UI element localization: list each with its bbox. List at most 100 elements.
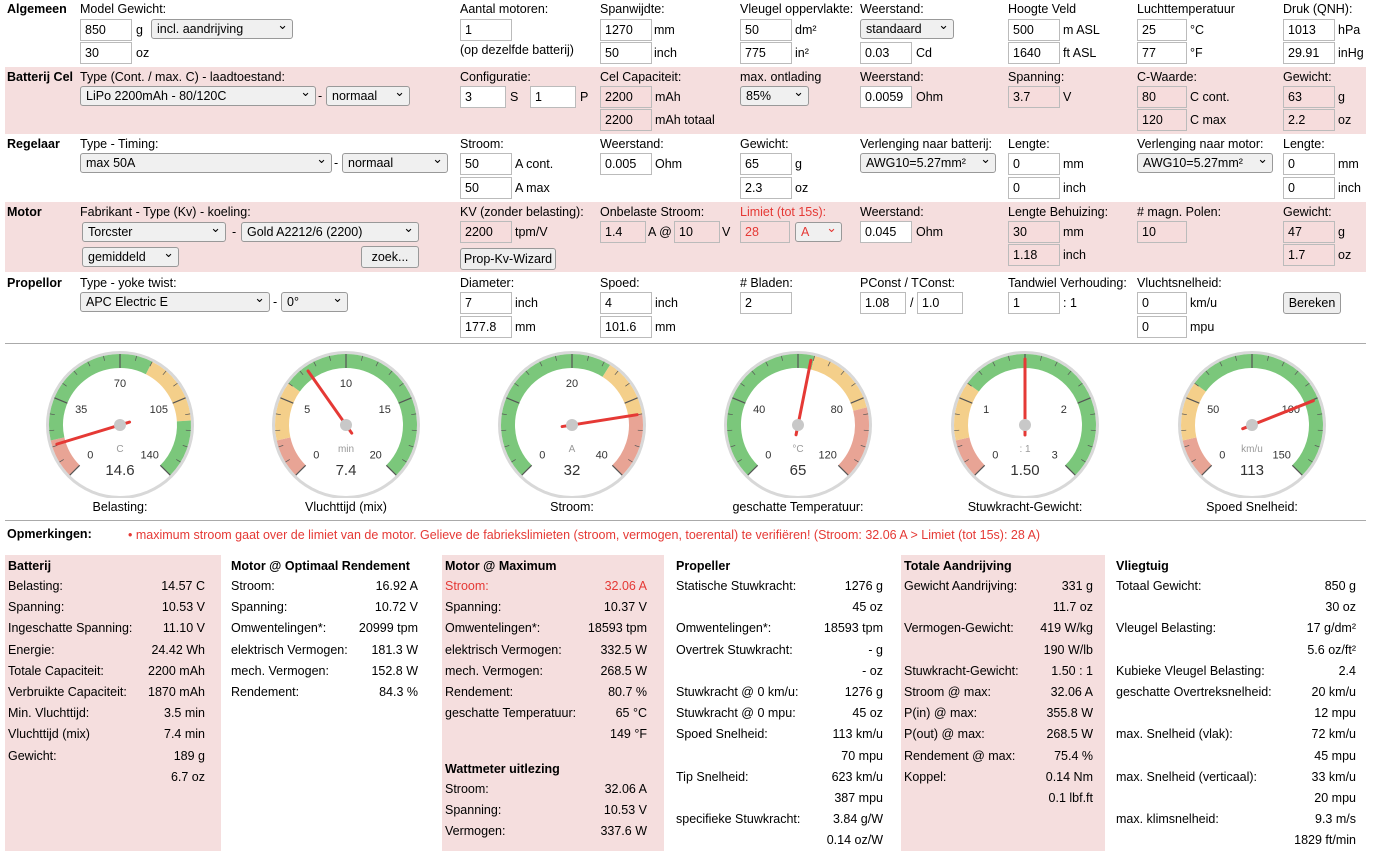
wing-area-in-input[interactable] [740, 42, 792, 64]
length2-inch-input[interactable] [1283, 177, 1335, 199]
gauge-tick-label: 10 [340, 378, 352, 390]
pressure-inhg-input[interactable] [1283, 42, 1335, 64]
row-value: 2.4 [1338, 663, 1356, 678]
pitch-mm-input[interactable] [600, 316, 652, 338]
esc-current-max-input[interactable] [460, 177, 512, 199]
row-value: 337.6 W [600, 824, 647, 839]
motor-type-select[interactable]: Gold A2212/6 (2200) [241, 222, 419, 242]
c-cont-input[interactable] [1137, 86, 1187, 108]
model-weight-select[interactable]: incl. aandrijving [151, 19, 293, 39]
unit-mph: mpu [1190, 320, 1215, 334]
battery-type-label: Type (Cont. / max. C) - laadtoestand: [80, 70, 285, 84]
diameter-inch-input[interactable] [460, 292, 512, 314]
motor-maker-select[interactable]: Torcster [82, 222, 226, 242]
remark-text: maximum stroom gaat over de limiet van d… [135, 528, 1041, 542]
prop-kv-wizard-button[interactable]: Prop-Kv-Wizard [460, 248, 556, 270]
pitch-inch-input[interactable] [600, 292, 652, 314]
row-value: 45 oz [852, 706, 883, 721]
battery-resistance-input[interactable] [860, 86, 912, 108]
blades-input[interactable] [740, 292, 792, 314]
yoke-twist-select[interactable]: 0° [281, 292, 348, 312]
diameter-mm-input[interactable] [460, 316, 512, 338]
poles-input[interactable] [1137, 221, 1187, 243]
esc-current-cont-input[interactable] [460, 153, 512, 175]
cell-weight-g-input[interactable] [1283, 86, 1335, 108]
unit-g: g [1338, 90, 1345, 104]
esc-weight-label: Gewicht: [740, 137, 789, 151]
altitude-m-input[interactable] [1008, 19, 1060, 41]
row-label: Stuwkracht-Gewicht: [904, 663, 1019, 678]
row-label: Rendement: [445, 685, 514, 699]
pconst-input[interactable] [860, 292, 906, 314]
prop-type-select[interactable]: APC Electric E [80, 292, 270, 312]
wing-area-dm-input[interactable] [740, 19, 792, 41]
noload-current-input[interactable] [600, 221, 646, 243]
row-value: 268.5 W [600, 663, 647, 678]
row-label: Omwentelingen*: [676, 621, 772, 636]
row-label: Stuwkracht @ 0 mpu: [676, 706, 796, 721]
max-discharge-select[interactable]: 85% [740, 86, 809, 106]
flight-speed-kmh-input[interactable] [1137, 292, 1187, 314]
drag-select[interactable]: standaard [860, 19, 954, 39]
length1-mm-input[interactable] [1008, 153, 1060, 175]
wingspan-inch-input[interactable] [600, 42, 652, 64]
kv-input[interactable] [460, 221, 512, 243]
motors-count-input[interactable] [460, 19, 512, 41]
cell-capacity-input[interactable] [600, 86, 652, 108]
c-rating-label: C-Waarde: [1137, 70, 1197, 84]
unit-s: S [510, 90, 519, 104]
calculate-button[interactable]: Bereken [1283, 292, 1341, 314]
limit-unit-select[interactable]: A [795, 222, 842, 242]
dash: - [232, 225, 237, 239]
battery-type-select[interactable]: LiPo 2200mAh - 80/120C [80, 86, 316, 106]
limit-label: Limiet (tot 15s): [740, 205, 827, 219]
search-button[interactable]: zoek... [361, 246, 419, 268]
length2-mm-input[interactable] [1283, 153, 1335, 175]
cell-voltage-input[interactable] [1008, 86, 1060, 108]
c-max-input[interactable] [1137, 109, 1187, 131]
row-label: Vleugel Belasting: [1116, 621, 1217, 636]
charge-state-select[interactable]: normaal [326, 86, 410, 106]
gauge-tick-label: 50 [1207, 404, 1219, 416]
gauge-tick-label: 40 [753, 404, 765, 416]
gear-ratio-input[interactable] [1008, 292, 1060, 314]
config-p-input[interactable] [530, 86, 576, 108]
cooling-select[interactable]: gemiddeld [82, 247, 179, 267]
ext-motor-select[interactable]: AWG10=5.27mm² [1137, 153, 1273, 173]
row-value: 0.14 Nm [1045, 769, 1093, 784]
case-length-mm-input[interactable] [1008, 221, 1060, 243]
noload-voltage-input[interactable] [674, 221, 720, 243]
total-capacity-input[interactable] [600, 109, 652, 131]
esc-weight-g-input[interactable] [740, 153, 792, 175]
table-title: Batterij [8, 559, 52, 573]
motor-weight-oz-input[interactable] [1283, 244, 1335, 266]
cell-weight-oz-input[interactable] [1283, 109, 1335, 131]
temp-f-input[interactable] [1137, 42, 1187, 64]
pressure-hpa-input[interactable] [1283, 19, 1335, 41]
limit-input[interactable] [740, 221, 790, 243]
tconst-input[interactable] [917, 292, 963, 314]
temp-c-input[interactable] [1137, 19, 1187, 41]
pitch-label: Spoed: [600, 276, 640, 290]
model-weight-oz-input[interactable] [80, 42, 132, 64]
esc-timing-select[interactable]: normaal [342, 153, 448, 173]
case-length-inch-input[interactable] [1008, 244, 1060, 266]
esc-weight-oz-input[interactable] [740, 177, 792, 199]
esc-type-select[interactable]: max 50A [80, 153, 332, 173]
cd-input[interactable] [860, 42, 912, 64]
motor-resistance-input[interactable] [860, 221, 912, 243]
gauge-tick-label: 120 [819, 450, 837, 462]
esc-resistance-input[interactable] [600, 153, 652, 175]
unit-ohm: Ohm [916, 90, 944, 104]
ext-battery-select[interactable]: AWG10=5.27mm² [860, 153, 996, 173]
altitude-ft-input[interactable] [1008, 42, 1060, 64]
length1-inch-input[interactable] [1008, 177, 1060, 199]
row-value: 149 °F [610, 727, 647, 742]
row-value: 32.06 A [604, 579, 647, 593]
flight-speed-mph-input[interactable] [1137, 316, 1187, 338]
motor-weight-g-input[interactable] [1283, 221, 1335, 243]
config-s-input[interactable] [460, 86, 506, 108]
model-weight-g-input[interactable] [80, 19, 132, 41]
wingspan-mm-input[interactable] [600, 19, 652, 41]
unit-in2: in² [795, 46, 809, 60]
